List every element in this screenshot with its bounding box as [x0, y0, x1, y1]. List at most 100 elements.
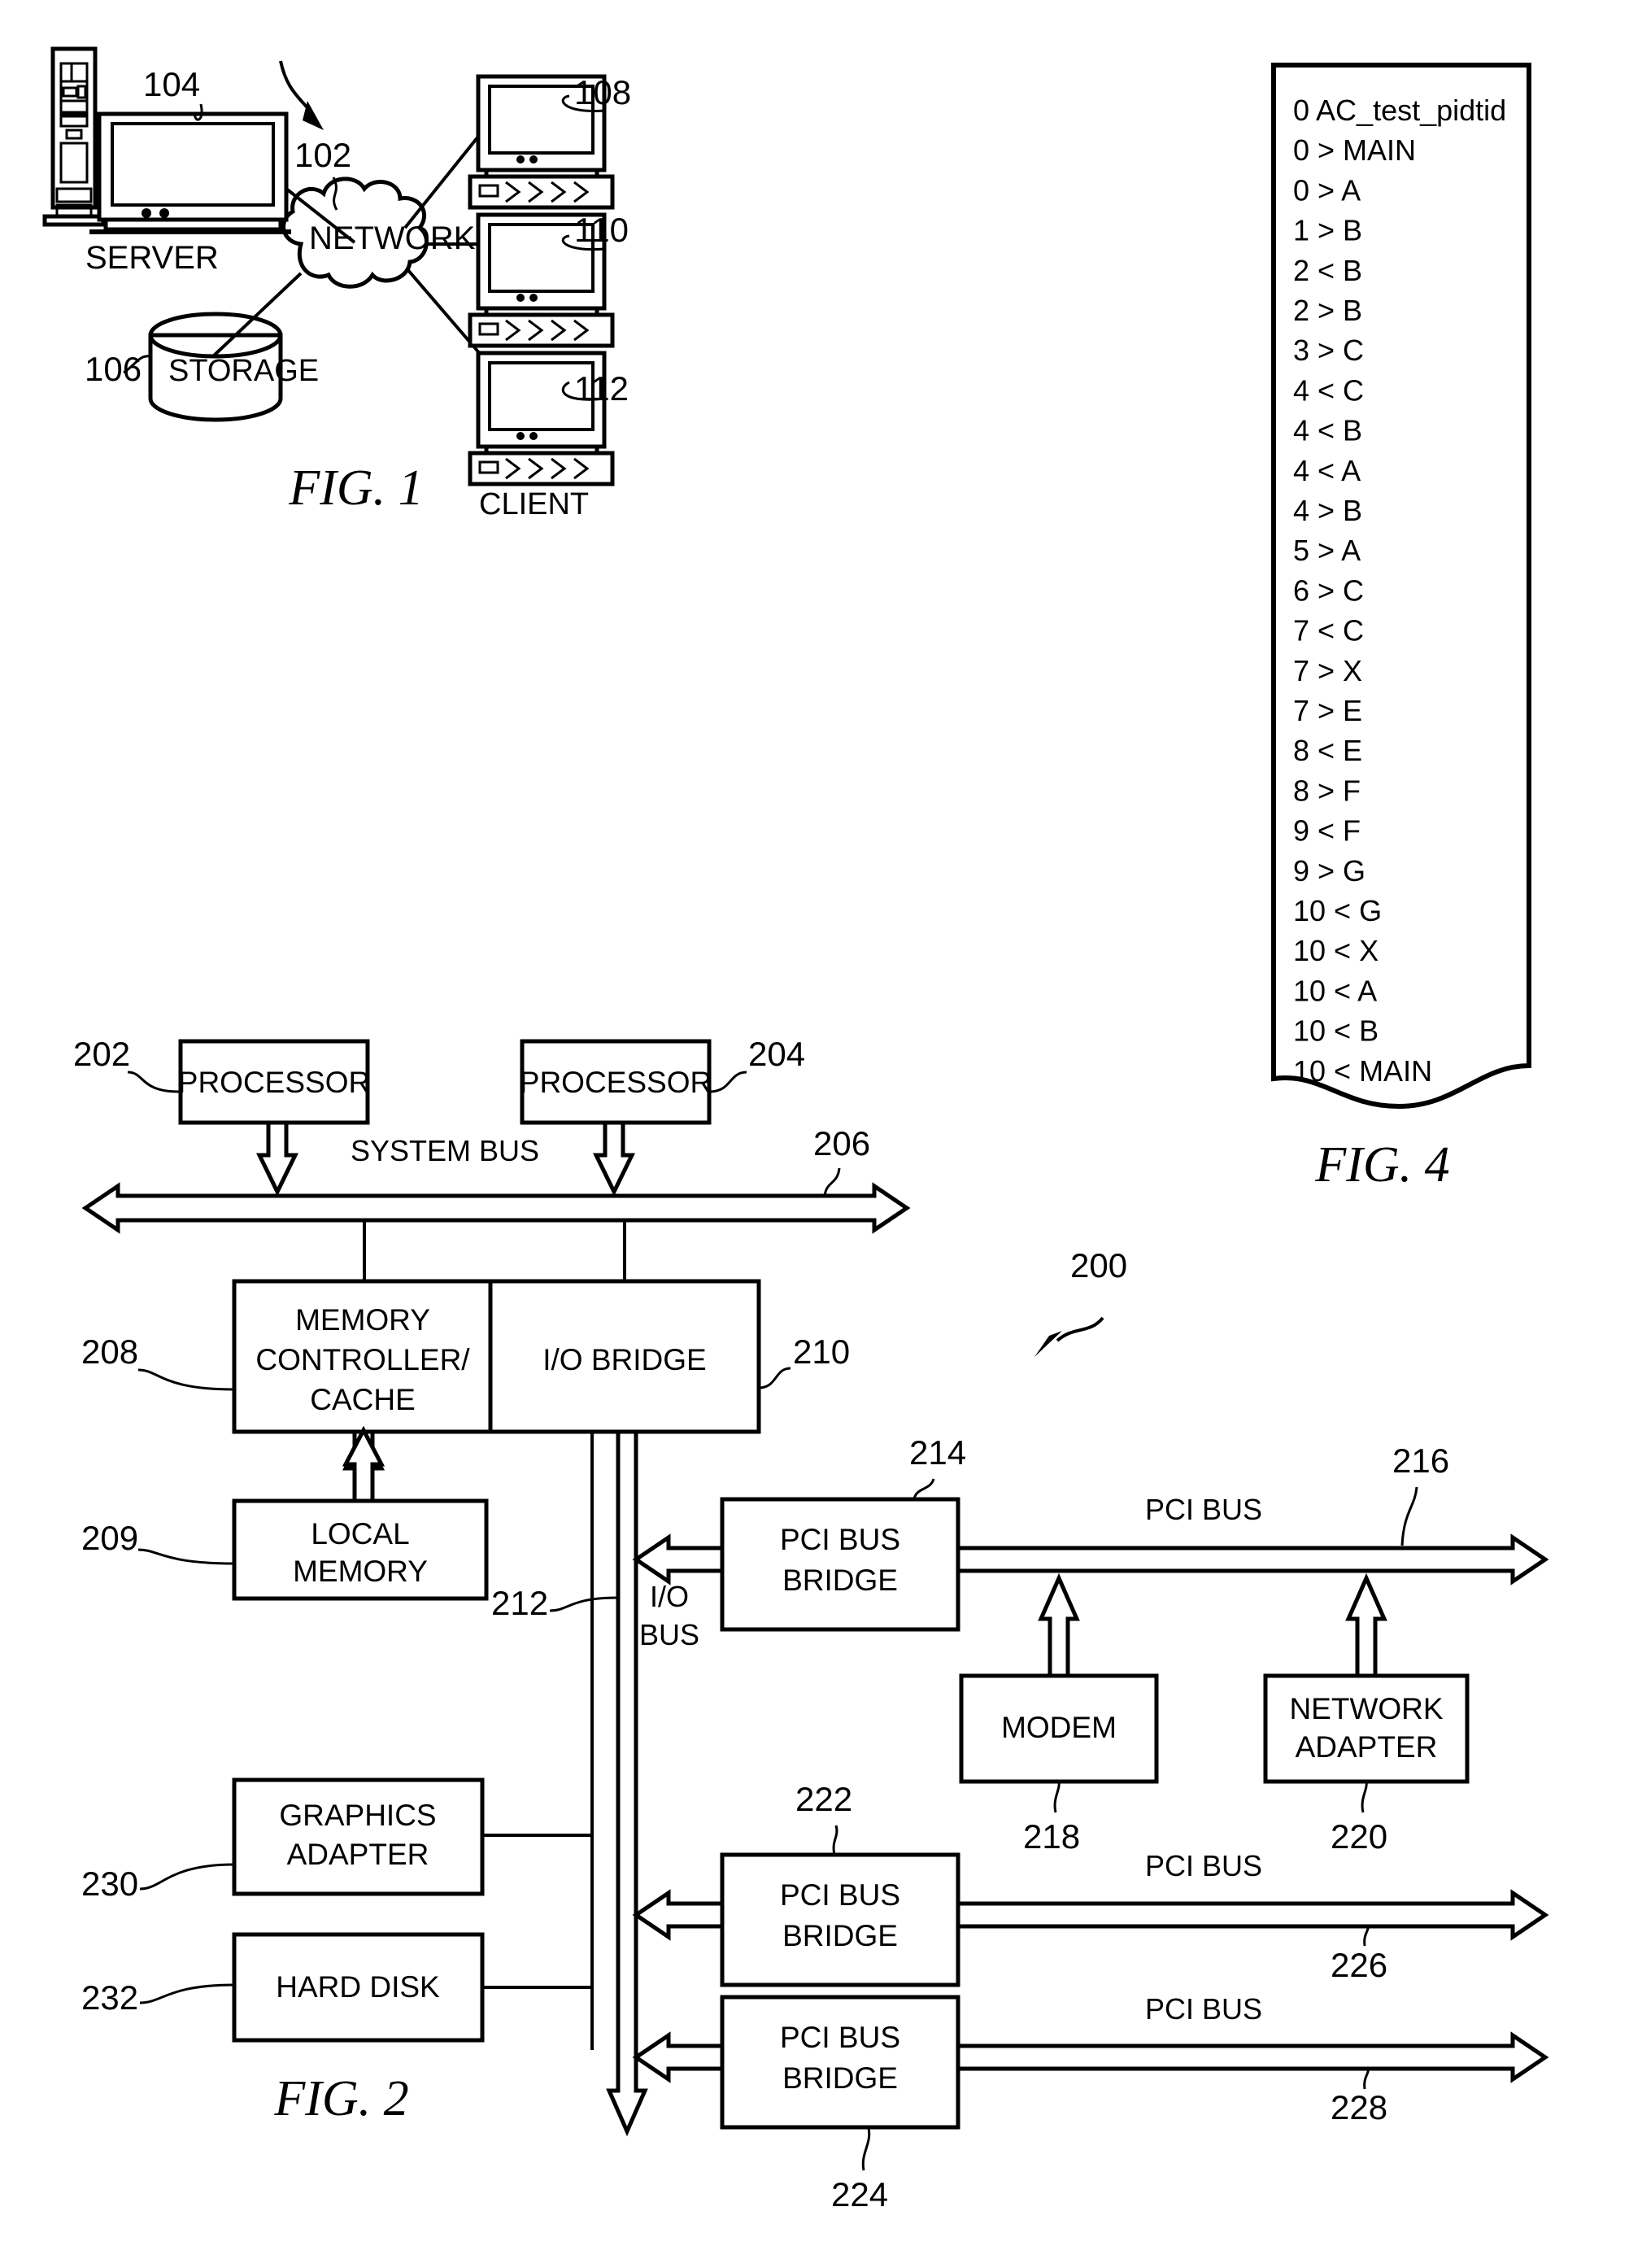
ref-228-leader: [1363, 2067, 1370, 2090]
hard-disk-label: HARD DISK: [276, 1970, 440, 2004]
trace-line: 8 < E: [1293, 734, 1362, 767]
ref-210-label: 210: [793, 1332, 850, 1371]
figure-1-caption: FIG. 1: [288, 460, 423, 516]
ref-222-leader: [832, 1825, 838, 1856]
ref-214-label: 214: [909, 1433, 966, 1472]
ref-110-label: 110: [574, 211, 629, 249]
ref-224-label: 224: [831, 2175, 888, 2213]
ref-108-label: 108: [574, 73, 631, 111]
trace-line: 4 > B: [1293, 494, 1362, 527]
pci-bridge-3-io-arrow: [632, 2031, 725, 2083]
ref-112-label: 112: [574, 369, 629, 408]
ref-232-leader: [139, 1983, 235, 2004]
trace-line: 9 > G: [1293, 854, 1365, 888]
ref-228-label: 228: [1331, 2088, 1387, 2126]
local-memory-label-1: LOCAL: [311, 1517, 409, 1551]
pci-bus-3-label: PCI BUS: [1145, 1992, 1262, 2026]
trace-line: 7 > X: [1293, 654, 1362, 687]
ref-212-label: 212: [491, 1584, 548, 1622]
pci-bus-3-arrow: [956, 2031, 1549, 2083]
trace-line: 0 > MAIN: [1293, 133, 1416, 167]
trace-line: 1 > B: [1293, 214, 1362, 247]
trace-line: 0 AC_test_pidtid: [1293, 94, 1506, 127]
figure-1-group: SERVER 104 NETWORK 102 STORAGE 106 108 1…: [42, 46, 631, 521]
graphics-adapter-label-2: ADAPTER: [287, 1838, 429, 1871]
ref-104-label: 104: [143, 65, 200, 103]
io-bridge-label: I/O BRIDGE: [542, 1343, 706, 1376]
client-3-label: CLIENT: [479, 487, 589, 521]
ref-218-label: 218: [1023, 1817, 1080, 1856]
pci-bridge-2-io-arrow: [632, 1889, 725, 1941]
server-label: SERVER: [85, 240, 219, 276]
trace-line: 7 < C: [1293, 614, 1364, 648]
pci-bus-bridge-2-label-1: PCI BUS: [780, 1878, 900, 1912]
trace-line: 6 > C: [1293, 574, 1364, 607]
system-bus-arrow: [81, 1182, 911, 1234]
storage-label: STORAGE: [168, 354, 319, 388]
trace-line: 4 < A: [1293, 454, 1361, 487]
ref-106-label: 106: [85, 350, 142, 388]
trace-line: 10 < MAIN: [1293, 1054, 1432, 1088]
trace-line: 4 < C: [1293, 373, 1364, 407]
figure-2-caption: FIG. 2: [273, 2071, 408, 2126]
modem-bus-arrow: [1038, 1572, 1080, 1678]
trace-line: 3 > C: [1293, 334, 1364, 367]
graphics-adapter-label-1: GRAPHICS: [279, 1799, 436, 1832]
graphics-adapter-box: [232, 1777, 485, 1896]
pci-bus-1-arrow: [956, 1533, 1549, 1585]
figure-2-group: 200 PROCESSOR 202 PROCESSOR 204 SYSTEM B…: [73, 1035, 1549, 2213]
processor-1-bus-arrow: [255, 1120, 299, 1197]
local-memory-arrow: [342, 1425, 385, 1503]
memory-controller-label-2: CONTROLLER/: [255, 1343, 470, 1376]
modem-label: MODEM: [1001, 1711, 1117, 1744]
memory-controller-label-3: CACHE: [310, 1383, 416, 1416]
ref-230-label: 230: [81, 1865, 138, 1903]
ref-222-label: 222: [795, 1780, 852, 1818]
ref-102-label: 102: [294, 136, 351, 174]
pci-bus-bridge-1-label-1: PCI BUS: [780, 1523, 900, 1556]
ref-208-leader: [137, 1368, 235, 1391]
ref-224-leader: [861, 2127, 871, 2171]
ref-100-leader: [279, 60, 311, 111]
figure-4-caption: FIG. 4: [1314, 1137, 1449, 1193]
pci-bus-bridge-1-label-2: BRIDGE: [782, 1564, 898, 1597]
pci-bus-bridge-2-label-2: BRIDGE: [782, 1919, 898, 1952]
ref-208-label: 208: [81, 1332, 138, 1371]
ref-200-arrowhead: [1034, 1331, 1062, 1357]
pci-bus-2-arrow: [956, 1889, 1549, 1941]
figure-4-group: 0 AC_test_pidtid 0 > MAIN 0 > A 1 > B 2 < B 2…: [1271, 63, 1531, 1193]
trace-line: 2 < B: [1293, 254, 1362, 287]
pci-bus-1-label: PCI BUS: [1145, 1493, 1262, 1526]
network-adapter-label-1: NETWORK: [1289, 1692, 1443, 1725]
trace-line: 10 < X: [1293, 934, 1379, 967]
ref-202-leader: [127, 1071, 180, 1093]
trace-line: 0 > A: [1293, 173, 1361, 207]
ref-200-label: 200: [1070, 1246, 1127, 1284]
ref-216-label: 216: [1392, 1441, 1449, 1480]
processor-2-label: PROCESSOR: [520, 1066, 712, 1099]
ref-232-label: 232: [81, 1978, 138, 2017]
trace-line: 5 > A: [1293, 534, 1361, 567]
local-memory-label-2: MEMORY: [293, 1555, 428, 1588]
trace-line: 10 < G: [1293, 894, 1382, 927]
pci-bus-2-label: PCI BUS: [1145, 1849, 1262, 1882]
patent-figure-sheet: SERVER 104 NETWORK 102 STORAGE 106 108 1…: [0, 0, 1629, 2268]
trace-line: 7 > E: [1293, 694, 1362, 727]
ref-209-leader: [137, 1548, 235, 1565]
ref-204-leader: [708, 1071, 747, 1093]
ref-220-leader: [1361, 1781, 1368, 1813]
io-bus-label-2: BUS: [639, 1618, 699, 1651]
ref-206-label: 206: [813, 1124, 870, 1162]
io-bus-line: [606, 1429, 648, 2137]
ref-206-leader: [823, 1167, 841, 1197]
processor-1-label: PROCESSOR: [178, 1066, 370, 1099]
ref-214-leader: [913, 1478, 935, 1499]
processor-2-bus-arrow: [592, 1120, 636, 1197]
ref-200-leader: [1056, 1316, 1104, 1342]
network-adapter-bus-arrow: [1345, 1572, 1387, 1678]
system-bus-label: SYSTEM BUS: [351, 1134, 539, 1167]
trace-line: 9 < F: [1293, 814, 1361, 848]
trace-line: 4 < B: [1293, 414, 1362, 447]
trace-line: 10 < B: [1293, 1014, 1379, 1048]
ref-202-label: 202: [73, 1035, 130, 1073]
